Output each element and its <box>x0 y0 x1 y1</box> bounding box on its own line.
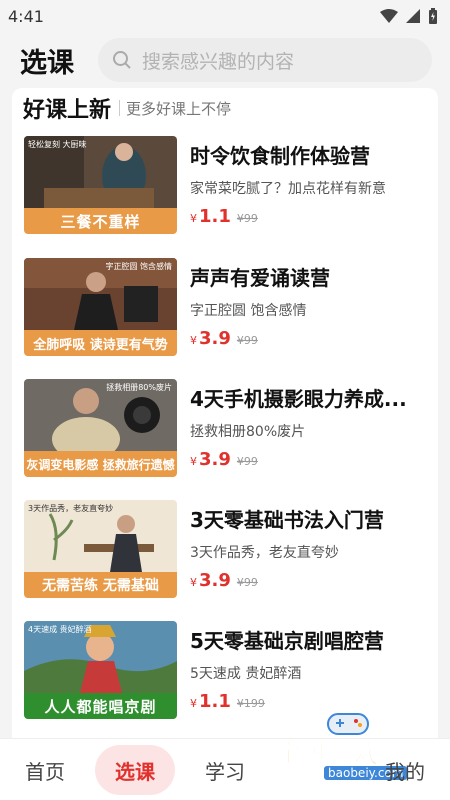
course-description: 字正腔圆 饱含感情 <box>190 303 307 319</box>
thumbnail-banner: 三餐不重样 <box>24 208 177 234</box>
course-info: 时令饮食制作体验营 家常菜吃腻了？加点花样有新意 ¥ 1.1 ¥99 <box>190 136 428 234</box>
course-title: 时令饮食制作体验营 <box>190 144 370 168</box>
course-info: 5天零基础京剧唱腔营 5天速成 贵妃醉酒 ¥ 1.1 ¥199 <box>190 621 428 719</box>
course-item[interactable]: 4天速成 贵妃醉酒 人人都能唱京剧 5天零基础京剧唱腔营 5天速成 贵妃醉酒 ¥… <box>24 621 428 719</box>
price-value: 3.9 <box>199 449 231 470</box>
tab-home[interactable]: 首页 <box>0 739 90 800</box>
course-price: ¥ 3.9 ¥99 <box>190 570 258 591</box>
thumbnail-tag: 3天作品秀，老友直夸妙 <box>28 504 114 513</box>
system-icons <box>380 8 438 24</box>
thumbnail-tag: 4天速成 贵妃醉酒 <box>28 625 92 634</box>
course-thumbnail: 4天速成 贵妃醉酒 人人都能唱京剧 <box>24 621 177 719</box>
currency-symbol: ¥ <box>190 576 197 589</box>
status-bar: 4:41 <box>0 0 450 32</box>
course-item[interactable]: 轻松复刻 大厨味 三餐不重样 时令饮食制作体验营 家常菜吃腻了？加点花样有新意 … <box>24 136 428 234</box>
currency-symbol: ¥ <box>190 455 197 468</box>
course-description: 5天速成 贵妃醉酒 <box>190 666 302 682</box>
course-price: ¥ 1.1 ¥99 <box>190 206 258 227</box>
currency-symbol: ¥ <box>190 334 197 347</box>
thumbnail-tag: 拯救相册80%废片 <box>106 383 172 392</box>
course-description: 拯救相册80%废片 <box>190 424 306 440</box>
course-title: 声声有爱诵读营 <box>190 266 330 290</box>
section-header: 好课上新 更多好课上不停 <box>23 92 231 124</box>
price-value: 3.9 <box>199 570 231 591</box>
section-title: 好课上新 <box>23 98 112 123</box>
search-placeholder: 搜索感兴趣的内容 <box>142 50 295 73</box>
thumbnail-tag: 轻松复刻 大厨味 <box>28 140 87 149</box>
thumbnail-tag: 字正腔圆 饱含感情 <box>105 262 172 271</box>
status-time: 4:41 <box>8 6 44 26</box>
tab-courses[interactable]: 选课 <box>90 739 180 800</box>
course-info: 3天零基础书法入门营 3天作品秀，老友直夸妙 ¥ 3.9 ¥99 <box>190 500 428 598</box>
thumbnail-banner: 无需苦练 无需基础 <box>24 572 177 598</box>
tab-mine-label: 我的 <box>385 759 425 784</box>
wifi-icon <box>380 9 398 23</box>
original-price: ¥199 <box>236 697 265 710</box>
top-bar: 选课 搜索感兴趣的内容 <box>0 32 450 88</box>
course-price: ¥ 3.9 ¥99 <box>190 328 258 349</box>
course-item[interactable]: 3天作品秀，老友直夸妙 无需苦练 无需基础 3天零基础书法入门营 3天作品秀，老… <box>24 500 428 598</box>
course-description: 家常菜吃腻了？加点花样有新意 <box>190 181 386 197</box>
course-title: 4天手机摄影眼力养成... <box>190 387 407 411</box>
page-title: 选课 <box>20 47 74 79</box>
course-info: 4天手机摄影眼力养成... 拯救相册80%废片 ¥ 3.9 ¥99 <box>190 379 428 477</box>
course-price: ¥ 1.1 ¥199 <box>190 691 265 712</box>
original-price: ¥99 <box>236 455 258 468</box>
thumbnail-banner: 灰调变电影感 拯救旅行遗憾 <box>24 451 177 477</box>
price-value: 1.1 <box>199 206 231 227</box>
currency-symbol: ¥ <box>190 212 197 225</box>
course-info: 声声有爱诵读营 字正腔圆 饱含感情 ¥ 3.9 ¥99 <box>190 258 428 356</box>
section-subtitle: 更多好课上不停 <box>126 99 232 118</box>
course-description: 3天作品秀，老友直夸妙 <box>190 545 339 561</box>
tab-courses-label: 选课 <box>115 759 155 784</box>
search-input[interactable]: 搜索感兴趣的内容 <box>98 38 432 82</box>
search-icon <box>113 51 131 69</box>
original-price: ¥99 <box>236 334 258 347</box>
course-panel: 好课上新 更多好课上不停 轻松复刻 大厨味 三餐不重样 时令饮食制作体验营 家常… <box>12 88 438 738</box>
original-price: ¥99 <box>236 212 258 225</box>
battery-icon <box>429 8 437 24</box>
course-thumbnail: 字正腔圆 饱含感情 全肺呼吸 读诗更有气势 <box>24 258 177 356</box>
signal-icon <box>406 9 420 23</box>
currency-symbol: ¥ <box>190 697 197 710</box>
tab-study-label: 学习 <box>205 759 245 784</box>
course-thumbnail: 3天作品秀，老友直夸妙 无需苦练 无需基础 <box>24 500 177 598</box>
price-value: 1.1 <box>199 691 231 712</box>
course-item[interactable]: 拯救相册80%废片 灰调变电影感 拯救旅行遗憾 4天手机摄影眼力养成... 拯救… <box>24 379 428 477</box>
course-title: 3天零基础书法入门营 <box>190 508 384 532</box>
course-thumbnail: 拯救相册80%废片 灰调变电影感 拯救旅行遗憾 <box>24 379 177 477</box>
thumbnail-banner: 全肺呼吸 读诗更有气势 <box>24 330 177 356</box>
thumbnail-banner: 人人都能唱京剧 <box>24 693 177 719</box>
course-title: 5天零基础京剧唱腔营 <box>190 629 384 653</box>
course-thumbnail: 轻松复刻 大厨味 三餐不重样 <box>24 136 177 234</box>
tab-study[interactable]: 学习 <box>180 739 270 800</box>
section-divider <box>119 100 121 116</box>
original-price: ¥99 <box>236 576 258 589</box>
course-price: ¥ 3.9 ¥99 <box>190 449 258 470</box>
tab-home-label: 首页 <box>25 759 65 784</box>
price-value: 3.9 <box>199 328 231 349</box>
watermark: 宝贝游戏网 baobeiy.com <box>270 708 450 800</box>
course-item[interactable]: 字正腔圆 饱含感情 全肺呼吸 读诗更有气势 声声有爱诵读营 字正腔圆 饱含感情 … <box>24 258 428 356</box>
